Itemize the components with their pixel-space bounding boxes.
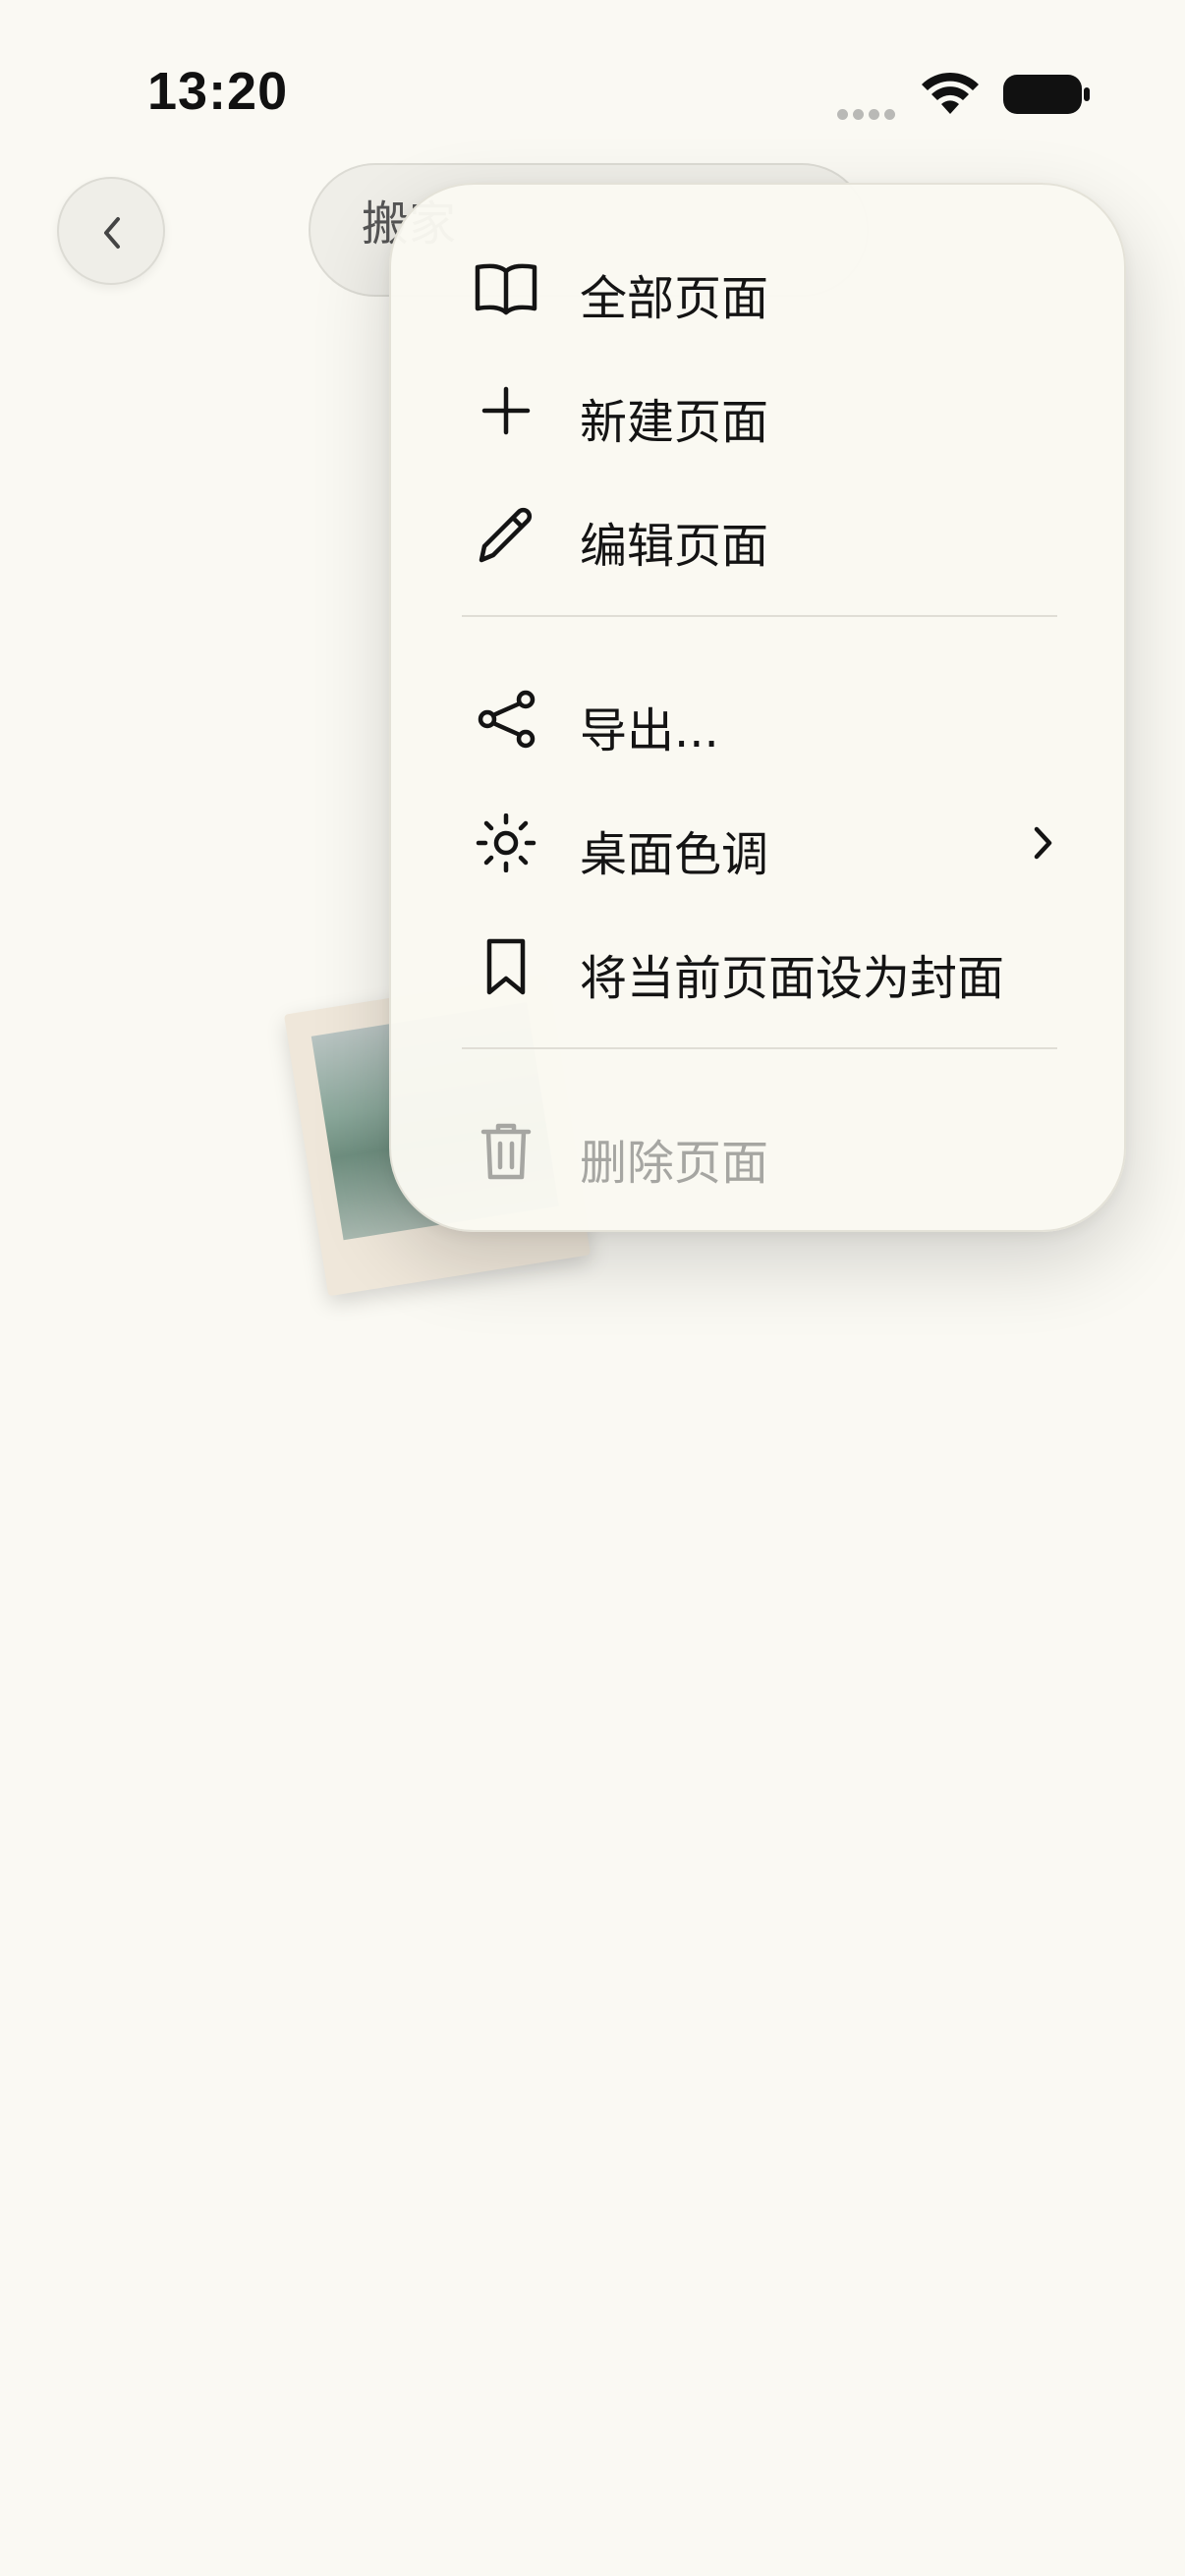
- menu-item-delete-page[interactable]: 删除页面: [391, 1092, 1124, 1210]
- battery-icon: [1003, 75, 1090, 114]
- menu-item-label: 全部页面: [580, 271, 769, 326]
- menu-item-label: 导出...: [580, 703, 719, 758]
- menu-item-label: 将当前页面设为封面: [580, 951, 1005, 1006]
- chevron-right-icon: [1034, 826, 1052, 860]
- menu-item-label: 桌面色调: [580, 827, 769, 882]
- wifi-icon: [922, 72, 979, 114]
- context-menu: 全部页面 新建页面 编辑页面 导出... 桌面色调 将当前页面设为封面 删除页面: [389, 183, 1126, 1232]
- menu-divider: [462, 1047, 1057, 1049]
- menu-divider: [462, 615, 1057, 617]
- menu-item-export[interactable]: 导出...: [391, 660, 1124, 778]
- share-icon: [478, 690, 536, 749]
- menu-item-label: 编辑页面: [580, 519, 769, 574]
- menu-item-label: 删除页面: [580, 1136, 769, 1191]
- plus-icon: [481, 386, 531, 435]
- back-button[interactable]: [57, 177, 165, 285]
- menu-item-edit-page[interactable]: 编辑页面: [391, 476, 1124, 593]
- book-icon: [475, 263, 537, 315]
- menu-item-new-page[interactable]: 新建页面: [391, 352, 1124, 470]
- signal-dots-icon: [837, 105, 900, 120]
- menu-item-desktop-tone[interactable]: 桌面色调: [391, 784, 1124, 902]
- pencil-icon: [479, 507, 533, 563]
- menu-item-set-cover[interactable]: 将当前页面设为封面: [391, 908, 1124, 1026]
- chevron-left-icon: [104, 217, 120, 249]
- status-bar: 13:20: [0, 0, 1185, 147]
- menu-item-all-pages[interactable]: 全部页面: [391, 228, 1124, 346]
- trash-icon: [480, 1123, 532, 1180]
- menu-item-label: 新建页面: [580, 395, 769, 450]
- sun-icon: [476, 813, 536, 872]
- bookmark-icon: [486, 938, 526, 995]
- status-time: 13:20: [147, 62, 289, 121]
